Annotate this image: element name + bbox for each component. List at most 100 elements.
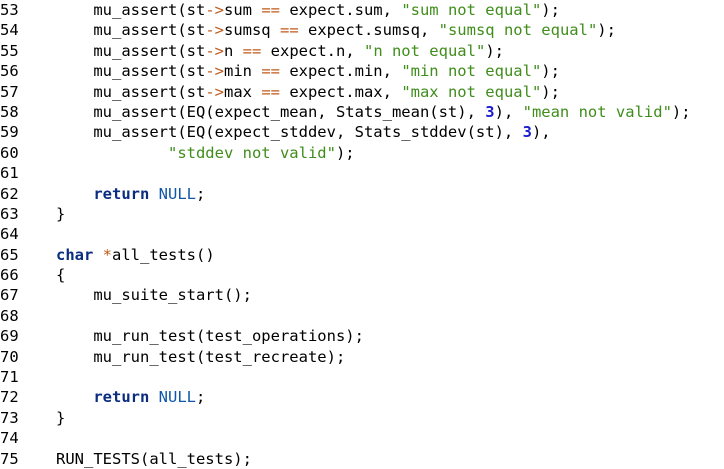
code-line[interactable]: 75 RUN_TESTS(all_tests); <box>0 449 724 469</box>
token-text: max <box>223 82 262 101</box>
code-line[interactable]: 70 mu_run_test(test_recreate); <box>0 347 724 367</box>
token-text: mu_assert(st <box>56 1 206 19</box>
token-op: == <box>279 21 299 40</box>
line-number: 66 <box>0 266 19 285</box>
line-number: 60 <box>0 143 19 162</box>
token-text: ); <box>485 41 504 60</box>
code-line[interactable]: 55 mu_assert(st->n == expect.n, "n not e… <box>0 41 724 61</box>
code-line[interactable]: 74 <box>0 428 724 448</box>
token-text: ); <box>541 62 560 81</box>
line-number: 74 <box>0 429 19 448</box>
line-code: } <box>56 204 724 224</box>
token-str: "stddev not valid" <box>167 143 336 162</box>
token-op: -> <box>205 21 224 40</box>
line-code: mu_assert(st->sumsq == expect.sumsq, "su… <box>56 20 724 40</box>
code-line[interactable]: 63} <box>0 204 724 224</box>
token-text: } <box>56 204 66 223</box>
token-text: expect.max, <box>279 82 402 101</box>
line-number: 65 <box>0 245 19 264</box>
line-number: 54 <box>0 21 19 40</box>
code-line[interactable]: 65 char *all_tests() <box>0 245 724 265</box>
token-text: n <box>223 41 243 60</box>
code-line[interactable]: 54 mu_assert(st->sumsq == expect.sumsq, … <box>0 20 724 40</box>
line-code: mu_assert(st->sum == expect.sum, "sum no… <box>56 0 724 20</box>
token-text: min <box>223 62 262 81</box>
token-op: == <box>261 1 280 19</box>
code-line[interactable]: 56 mu_assert(st->min == expect.min, "min… <box>0 61 724 81</box>
token-num: 3 <box>522 123 532 142</box>
token-text: expect.min, <box>279 62 402 81</box>
token-kw: return <box>93 388 150 407</box>
line-number: 63 <box>0 204 19 223</box>
code-line[interactable]: 59 mu_assert(EQ(expect_stddev, Stats_std… <box>0 122 724 142</box>
token-text: mu_run_test(test_operations); <box>56 327 364 346</box>
line-code: mu_assert(st->min == expect.min, "min no… <box>56 61 724 81</box>
code-line[interactable]: 58 mu_assert(EQ(expect_mean, Stats_mean(… <box>0 102 724 122</box>
code-line[interactable]: 68 <box>0 306 724 326</box>
line-number: 72 <box>0 388 19 407</box>
token-op: * <box>102 245 113 264</box>
token-text: sum <box>223 1 262 19</box>
token-text: ), <box>494 102 523 121</box>
code-line[interactable]: 53 mu_assert(st->sum == expect.sum, "sum… <box>0 0 724 20</box>
code-line[interactable]: 67 mu_suite_start(); <box>0 285 724 305</box>
line-number: 59 <box>0 123 19 142</box>
line-number: 57 <box>0 82 19 101</box>
line-code: mu_suite_start(); <box>56 285 724 305</box>
token-text: expect.n, <box>261 41 364 60</box>
token-op: -> <box>205 41 224 60</box>
line-number: 67 <box>0 286 19 305</box>
token-op: -> <box>205 62 224 81</box>
code-lines: 53 mu_assert(st->sum == expect.sum, "sum… <box>0 0 724 469</box>
line-number: 71 <box>0 368 19 387</box>
line-number: 61 <box>0 164 19 183</box>
token-text: ; <box>196 184 206 203</box>
code-line[interactable]: 66 { <box>0 265 724 285</box>
token-text: mu_assert(EQ(expect_mean, Stats_mean(st)… <box>56 102 486 121</box>
line-number: 56 <box>0 62 19 81</box>
code-line[interactable]: 57 mu_assert(st->max == expect.max, "max… <box>0 82 724 102</box>
code-line[interactable]: 72 return NULL; <box>0 387 724 407</box>
code-line[interactable]: 64 <box>0 224 724 244</box>
token-str: "n not equal" <box>363 41 486 60</box>
token-ty: char <box>56 245 94 264</box>
token-str: "sum not equal" <box>401 1 542 19</box>
code-line[interactable]: 69 mu_run_test(test_operations); <box>0 326 724 346</box>
line-code: mu_run_test(test_operations); <box>56 326 724 346</box>
code-line[interactable]: 62 return NULL; <box>0 184 724 204</box>
token-text: mu_assert(st <box>56 82 206 101</box>
token-text: mu_assert(st <box>56 41 206 60</box>
token-text: ); <box>597 21 616 40</box>
line-number: 75 <box>0 449 19 468</box>
token-text: expect.sum, <box>279 1 402 19</box>
line-number: 70 <box>0 347 19 366</box>
line-code: return NULL; <box>56 387 724 407</box>
code-line[interactable]: 61 <box>0 163 724 183</box>
token-op: -> <box>205 82 224 101</box>
code-line[interactable]: 60 "stddev not valid"); <box>0 143 724 163</box>
line-number: 73 <box>0 408 19 427</box>
line-number: 58 <box>0 102 19 121</box>
line-code: mu_run_test(test_recreate); <box>56 347 724 367</box>
token-str: "sumsq not equal" <box>438 21 598 40</box>
code-line[interactable]: 73} <box>0 408 724 428</box>
token-text: mu_assert(st <box>56 21 206 40</box>
code-editor[interactable]: 53 mu_assert(st->sum == expect.sum, "sum… <box>0 0 724 469</box>
line-number: 64 <box>0 225 19 244</box>
token-text: mu_assert(st <box>56 62 206 81</box>
line-code: } <box>56 408 724 428</box>
token-text: ); <box>335 143 355 162</box>
line-code: char *all_tests() <box>56 245 724 265</box>
line-number: 62 <box>0 184 19 203</box>
token-str: "min not equal" <box>401 62 542 81</box>
token-text: ; <box>196 388 206 407</box>
code-line[interactable]: 71 <box>0 367 724 387</box>
token-text: ); <box>541 82 560 101</box>
